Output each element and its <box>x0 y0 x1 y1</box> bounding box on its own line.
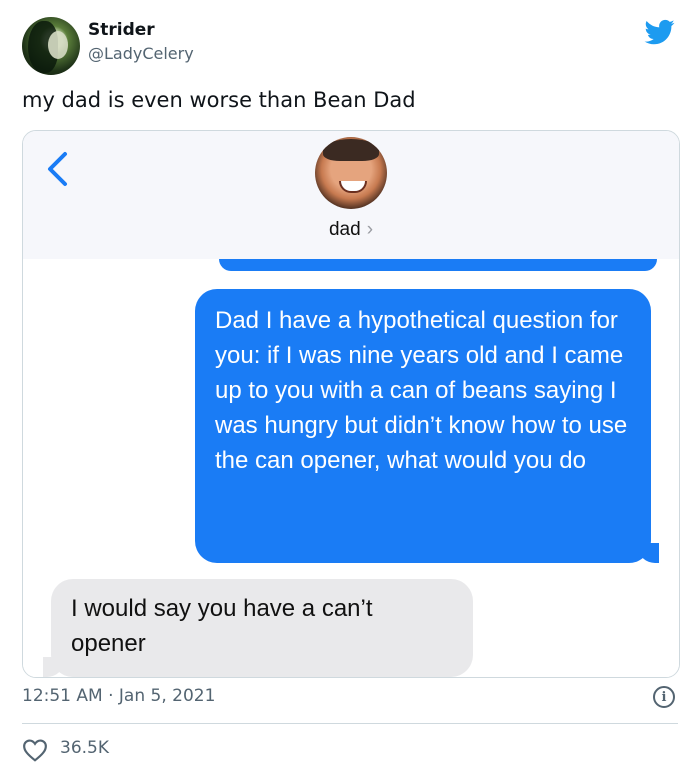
sent-message-bubble: Dad I have a hypothetical question for y… <box>195 289 659 563</box>
imessage-header: dad › <box>23 131 679 260</box>
contact-avatar-smile <box>339 181 367 193</box>
twitter-bird-icon <box>644 19 675 45</box>
tweet-timestamp[interactable]: 12:51 AM · Jan 5, 2021 <box>22 686 215 706</box>
author-avatar[interactable] <box>22 17 80 75</box>
previous-message-bubble <box>219 259 657 271</box>
contact-name[interactable]: dad › <box>23 219 679 241</box>
tweet-card: Strider @LadyCelery my dad is even worse… <box>0 0 700 779</box>
chevron-left-icon[interactable] <box>43 151 71 187</box>
avatar-face <box>48 31 68 59</box>
author-handle[interactable]: @LadyCelery <box>88 44 194 63</box>
divider <box>22 723 678 724</box>
chevron-right-icon: › <box>366 219 374 240</box>
contact-avatar[interactable] <box>315 137 387 209</box>
contact-name-label: dad <box>328 219 361 240</box>
heart-icon[interactable] <box>22 738 48 762</box>
received-message-bubble: I would say you have a can’t opener <box>43 579 473 677</box>
like-count[interactable]: 36.5K <box>60 738 109 758</box>
info-icon[interactable]: i <box>653 686 675 708</box>
author-name[interactable]: Strider <box>88 20 155 40</box>
contact-avatar-hair <box>323 139 379 161</box>
attached-image[interactable]: dad › Dad I have a hypothetical question … <box>22 130 680 678</box>
tweet-text: my dad is even worse than Bean Dad <box>22 88 416 112</box>
message-thread: Dad I have a hypothetical question for y… <box>23 259 679 677</box>
